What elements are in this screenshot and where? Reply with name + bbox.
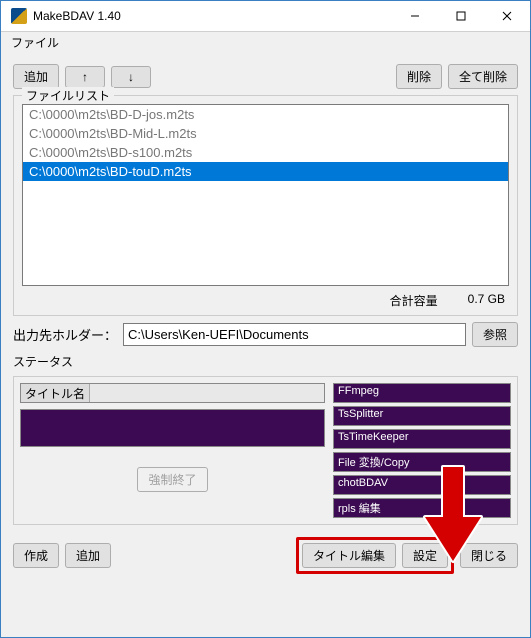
app-window: MakeBDAV 1.40 ファイル 追加 ↑ ↓ 削除 全て削除 ファイルリス… bbox=[0, 0, 531, 638]
stage-list: FFmpeg TsSplitter TsTimeKeeper File 変換/Copy… bbox=[333, 383, 511, 518]
window-title: MakeBDAV 1.40 bbox=[33, 9, 392, 23]
stage-progress bbox=[436, 499, 510, 517]
move-down-button[interactable]: ↓ bbox=[111, 66, 151, 88]
filelist-item[interactable]: C:\0000\m2ts\BD-touD.m2ts bbox=[23, 162, 508, 181]
stage-label: TsSplitter bbox=[334, 407, 436, 425]
status-group: タイトル名 強制終了 FFmpegTsSplitterTsTimeKeeperF… bbox=[13, 376, 518, 525]
stage-progress bbox=[436, 453, 510, 471]
file-toolbar: 追加 ↑ ↓ 削除 全て削除 bbox=[13, 64, 518, 89]
minimize-button[interactable] bbox=[392, 1, 438, 31]
stage-progress bbox=[436, 407, 510, 425]
client-area: 追加 ↑ ↓ 削除 全て削除 ファイルリスト C:\0000\m2ts\BD-D… bbox=[1, 58, 530, 637]
move-up-button[interactable]: ↑ bbox=[65, 66, 105, 88]
create-button[interactable]: 作成 bbox=[13, 543, 59, 568]
total-size-value: 0.7 GB bbox=[468, 292, 505, 309]
stage-label: FFmpeg bbox=[334, 384, 436, 402]
maximize-button[interactable] bbox=[438, 1, 484, 31]
stage-label: File 変換/Copy bbox=[334, 453, 436, 471]
add-button[interactable]: 追加 bbox=[13, 64, 59, 89]
stage-row: rpls 編集 bbox=[333, 498, 511, 518]
total-size-label: 合計容量 bbox=[390, 292, 438, 309]
overall-progress bbox=[20, 409, 325, 447]
titlebar: MakeBDAV 1.40 bbox=[1, 1, 530, 32]
app-icon bbox=[11, 8, 27, 24]
status-title: ステータス bbox=[13, 353, 518, 370]
filelist-item[interactable]: C:\0000\m2ts\BD-D-jos.m2ts bbox=[23, 105, 508, 124]
filelist-title: ファイルリスト bbox=[22, 87, 114, 104]
output-label: 出力先ホルダー： bbox=[13, 325, 117, 344]
stage-row: FFmpeg bbox=[333, 383, 511, 403]
delete-button[interactable]: 削除 bbox=[396, 64, 442, 89]
stage-label: TsTimeKeeper bbox=[334, 430, 436, 448]
filelist-group: ファイルリスト C:\0000\m2ts\BD-D-jos.m2tsC:\000… bbox=[13, 95, 518, 316]
abort-button: 強制終了 bbox=[137, 467, 207, 492]
stage-label: rpls 編集 bbox=[334, 499, 436, 517]
stage-progress bbox=[436, 430, 510, 448]
filelist-totals: 合計容量 0.7 GB bbox=[22, 286, 509, 309]
settings-button[interactable]: 設定 bbox=[402, 543, 448, 568]
filelist-item[interactable]: C:\0000\m2ts\BD-Mid-L.m2ts bbox=[23, 124, 508, 143]
status-left: タイトル名 強制終了 bbox=[20, 383, 325, 518]
bottom-toolbar: 作成 追加 タイトル編集 設定 閉じる bbox=[13, 531, 518, 574]
title-edit-button[interactable]: タイトル編集 bbox=[302, 543, 396, 568]
stage-label: chotBDAV bbox=[334, 476, 436, 494]
menubar: ファイル bbox=[1, 32, 530, 58]
menu-file[interactable]: ファイル bbox=[11, 36, 59, 50]
stage-row: chotBDAV bbox=[333, 475, 511, 495]
close-button[interactable] bbox=[484, 1, 530, 31]
output-path-input[interactable] bbox=[123, 323, 466, 346]
filelist-box[interactable]: C:\0000\m2ts\BD-D-jos.m2tsC:\0000\m2ts\B… bbox=[22, 104, 509, 286]
stage-row: File 変換/Copy bbox=[333, 452, 511, 472]
output-row: 出力先ホルダー： 参照 bbox=[13, 322, 518, 347]
browse-button[interactable]: 参照 bbox=[472, 322, 518, 347]
stage-progress bbox=[436, 476, 510, 494]
filelist-item[interactable]: C:\0000\m2ts\BD-s100.m2ts bbox=[23, 143, 508, 162]
stage-row: TsSplitter bbox=[333, 406, 511, 426]
delete-all-button[interactable]: 全て削除 bbox=[448, 64, 518, 89]
stage-row: TsTimeKeeper bbox=[333, 429, 511, 449]
close-bottom-button[interactable]: 閉じる bbox=[460, 543, 518, 568]
stage-progress bbox=[436, 384, 510, 402]
add-bottom-button[interactable]: 追加 bbox=[65, 543, 111, 568]
title-name-field: タイトル名 bbox=[20, 383, 325, 403]
highlight-box: タイトル編集 設定 bbox=[296, 537, 454, 574]
title-name-label: タイトル名 bbox=[21, 384, 90, 402]
